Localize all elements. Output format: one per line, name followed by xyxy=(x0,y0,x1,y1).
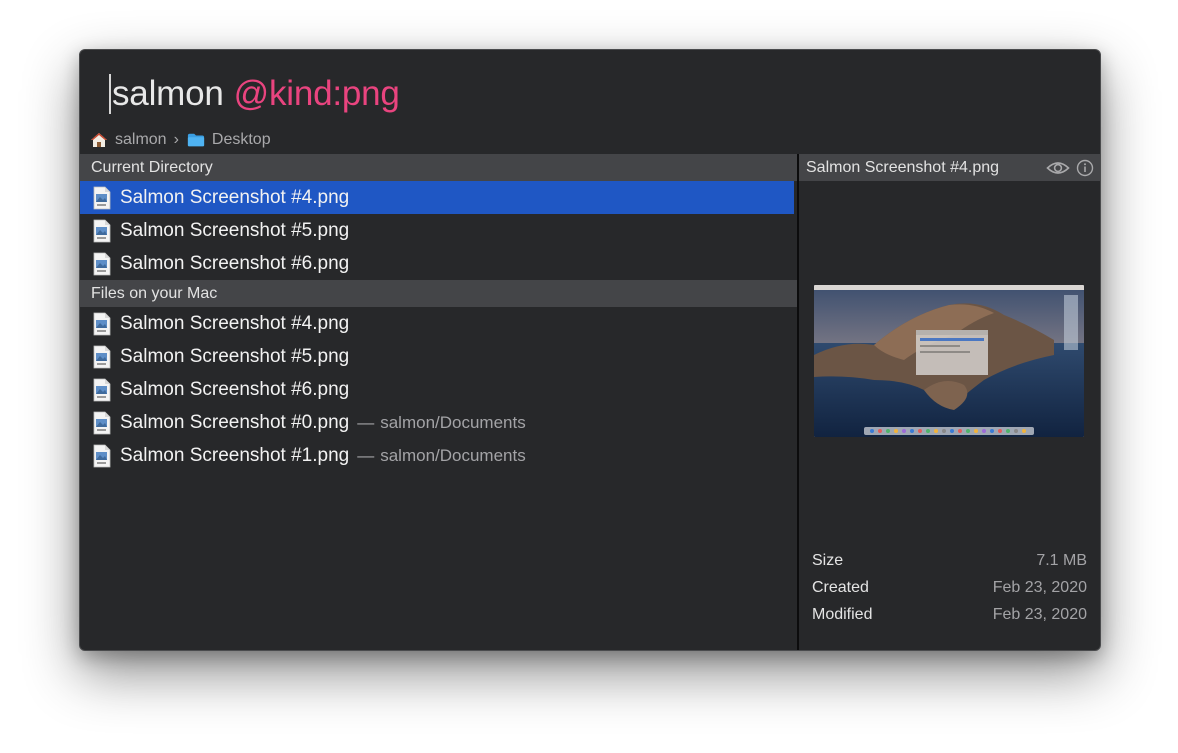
png-file-icon xyxy=(93,252,111,275)
eye-icon[interactable] xyxy=(1046,160,1070,176)
breadcrumb-item-desktop[interactable]: Desktop xyxy=(187,131,271,149)
file-metadata: Size 7.1 MB Created Feb 23, 2020 Modifie… xyxy=(812,547,1087,628)
meta-value: Feb 23, 2020 xyxy=(992,578,1087,596)
file-name: Salmon Screenshot #5.png xyxy=(120,219,350,241)
search-window: salmon @kind:png salmon › Desktop Curren… xyxy=(79,49,1101,651)
list-item[interactable]: Salmon Screenshot #4.png xyxy=(80,307,797,340)
info-icon[interactable] xyxy=(1076,159,1094,177)
meta-row-created: Created Feb 23, 2020 xyxy=(812,574,1087,601)
preview-thumbnail xyxy=(814,285,1084,437)
section-header-current-directory: Current Directory xyxy=(80,154,797,181)
preview-title: Salmon Screenshot #4.png xyxy=(806,158,1000,176)
preview-panel: Salmon Screenshot #4.png Size 7.1 MB Cre… xyxy=(799,154,1100,650)
location-dash: — xyxy=(357,445,375,465)
search-input[interactable]: salmon @kind:png xyxy=(109,70,400,118)
list-item[interactable]: Salmon Screenshot #5.png xyxy=(80,214,797,247)
file-location: — salmon/Documents xyxy=(357,446,526,466)
preview-actions xyxy=(1046,159,1094,177)
meta-row-modified: Modified Feb 23, 2020 xyxy=(812,601,1087,628)
list-item[interactable]: Salmon Screenshot #6.png xyxy=(80,247,797,280)
text-caret xyxy=(109,74,111,114)
home-icon xyxy=(91,133,107,147)
file-name: Salmon Screenshot #4.png xyxy=(120,186,350,208)
meta-label: Created xyxy=(812,578,869,596)
meta-row-size: Size 7.1 MB xyxy=(812,547,1087,574)
png-file-icon xyxy=(93,411,111,434)
breadcrumb: salmon › Desktop xyxy=(90,130,271,150)
preview-header: Salmon Screenshot #4.png xyxy=(799,154,1100,181)
png-file-icon xyxy=(93,378,111,401)
meta-value: 7.1 MB xyxy=(1036,551,1087,569)
list-item[interactable]: Salmon Screenshot #4.png xyxy=(80,181,794,214)
breadcrumb-separator: › xyxy=(173,131,179,148)
search-query-text: salmon xyxy=(112,74,224,113)
png-file-icon xyxy=(93,186,111,209)
list-item[interactable]: Salmon Screenshot #0.png — salmon/Documen… xyxy=(80,406,797,439)
meta-label: Size xyxy=(812,551,844,569)
png-file-icon xyxy=(93,312,111,335)
location-dash: — xyxy=(357,412,375,432)
file-location: — salmon/Documents xyxy=(357,413,526,433)
location-path: salmon/Documents xyxy=(380,445,526,465)
location-path: salmon/Documents xyxy=(380,412,526,432)
screenshot-thumbnail-image xyxy=(814,285,1084,437)
list-item[interactable]: Salmon Screenshot #6.png xyxy=(80,373,797,406)
file-name: Salmon Screenshot #6.png xyxy=(120,252,350,274)
png-file-icon xyxy=(93,345,111,368)
results-list: Current Directory Salmon Screenshot #4.p… xyxy=(80,154,797,650)
png-file-icon xyxy=(93,219,111,242)
file-name: Salmon Screenshot #1.png xyxy=(120,444,350,466)
meta-label: Modified xyxy=(812,605,873,623)
section-header-files-on-your-mac: Files on your Mac xyxy=(80,280,797,307)
breadcrumb-label-home: salmon xyxy=(115,131,167,148)
search-kind-token[interactable]: @kind:png xyxy=(234,74,400,114)
list-item[interactable]: Salmon Screenshot #1.png — salmon/Documen… xyxy=(80,439,797,472)
png-file-icon xyxy=(93,444,111,467)
file-name: Salmon Screenshot #0.png xyxy=(120,411,350,433)
folder-icon xyxy=(187,133,205,147)
file-name: Salmon Screenshot #6.png xyxy=(120,378,350,400)
file-name: Salmon Screenshot #5.png xyxy=(120,345,350,367)
file-name: Salmon Screenshot #4.png xyxy=(120,312,350,334)
meta-value: Feb 23, 2020 xyxy=(992,605,1087,623)
breadcrumb-item-home[interactable]: salmon xyxy=(90,131,167,149)
breadcrumb-label-desktop: Desktop xyxy=(211,131,271,148)
list-item[interactable]: Salmon Screenshot #5.png xyxy=(80,340,797,373)
